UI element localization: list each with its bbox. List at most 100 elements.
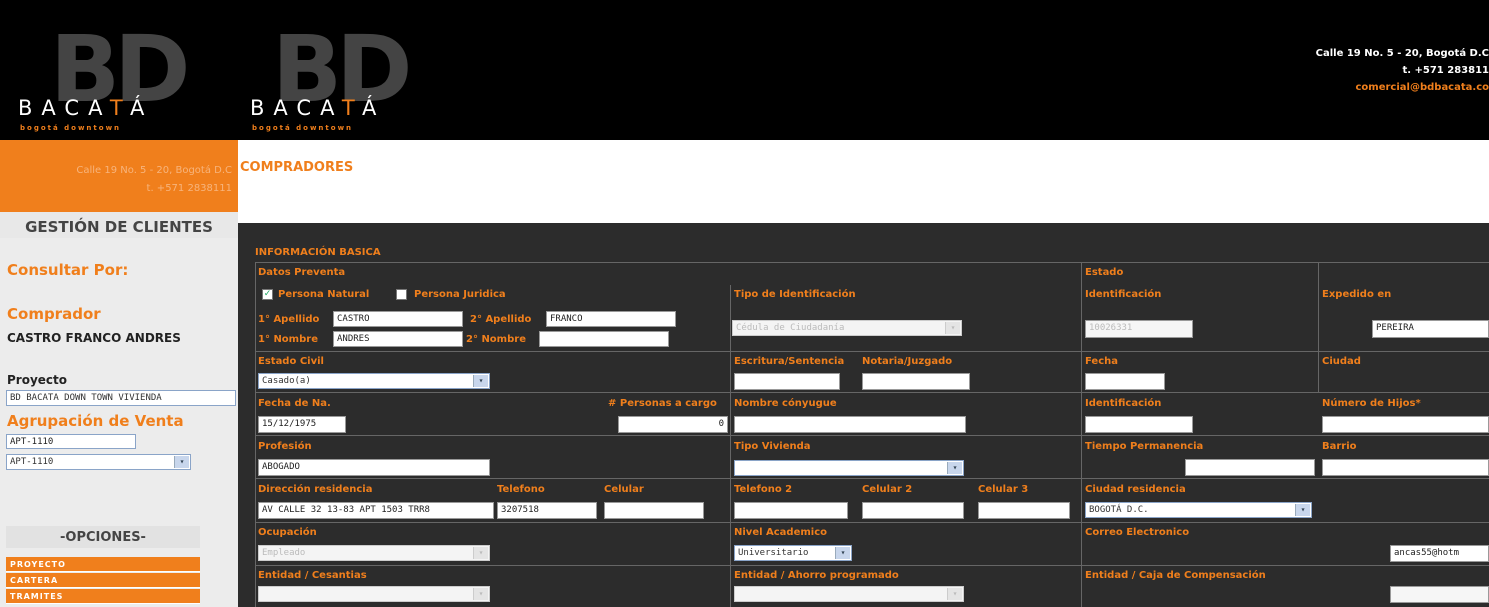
tiempo-permanencia-label: Tiempo Permanencia xyxy=(1085,441,1204,452)
tipo-vivienda-select[interactable]: ▾ xyxy=(734,460,964,476)
logo-wordmark-accent: T xyxy=(109,96,131,120)
identificacion2-label: Identificación xyxy=(1085,398,1162,409)
persona-natural-checkbox[interactable]: ✓ xyxy=(262,289,273,300)
persona-juridica-checkbox[interactable] xyxy=(396,289,407,300)
chevron-down-icon: ▾ xyxy=(174,456,189,468)
entidad-cesantias-select: ▾ xyxy=(258,586,490,602)
menu-item-cartera[interactable]: CARTERA xyxy=(6,573,200,588)
tipo-identificacion-value: Cédula de Ciudadanía xyxy=(736,323,845,333)
celular-field[interactable] xyxy=(604,502,704,519)
barrio-field[interactable] xyxy=(1322,459,1489,476)
sidebar-title: GESTIÓN DE CLIENTES xyxy=(0,212,238,238)
correo-label: Correo Electronico xyxy=(1085,527,1190,538)
apellido2-label: 2° Apellido xyxy=(470,314,532,325)
site-header: BD BACATÁ bogotá downtown BD BACATÁ bogo… xyxy=(0,0,1489,140)
grid-line xyxy=(255,565,1489,566)
nivel-academico-value: Universitario xyxy=(738,548,809,558)
telefono2-field[interactable] xyxy=(734,502,848,519)
sidebar-ghost-phone: t. +571 2838111 xyxy=(146,183,232,194)
grid-line xyxy=(255,351,1489,352)
escritura-label: Escritura/Sentencia xyxy=(734,356,845,367)
chevron-down-icon: ▾ xyxy=(473,547,488,559)
entidad-caja-label: Entidad / Caja de Compensación xyxy=(1085,570,1266,581)
fecha-nacimiento-field[interactable]: 15/12/1975 xyxy=(258,416,346,433)
identificacion-label: Identificación xyxy=(1085,289,1162,300)
nivel-academico-label: Nivel Academico xyxy=(734,527,828,538)
opciones-title: -OPCIONES- xyxy=(6,526,200,548)
proyecto-label: Proyecto xyxy=(7,373,68,387)
tipo-vivienda-label: Tipo Vivienda xyxy=(734,441,811,452)
ocupacion-select: Empleado ▾ xyxy=(258,545,490,561)
correo-field[interactable]: ancas55@hotm xyxy=(1390,545,1489,562)
entidad-caja-field xyxy=(1390,586,1489,603)
header-email[interactable]: comercial@bdbacata.co xyxy=(1316,79,1489,96)
header-contact: Calle 19 No. 5 - 20, Bogotá D.C t. +571 … xyxy=(1316,45,1489,96)
proyecto-select-value: BD BACATA DOWN TOWN VIVIENDA xyxy=(10,393,162,403)
logo-wordmark: BACATÁ xyxy=(18,96,153,120)
identificacion-field: 10026331 xyxy=(1085,320,1193,338)
nombre-conyugue-label: Nombre cónyugue xyxy=(734,398,837,409)
menu-item-tramites[interactable]: TRAMITES xyxy=(6,589,200,604)
agrupacion-select[interactable]: APT-1110 ▾ xyxy=(6,454,191,470)
telefono2-label: Telefono 2 xyxy=(734,484,793,495)
menu-item-proyecto[interactable]: PROYECTO xyxy=(6,557,200,572)
chevron-down-icon: ▾ xyxy=(835,547,850,559)
chevron-down-icon: ▾ xyxy=(473,588,488,600)
nombre-conyugue-field[interactable] xyxy=(734,416,966,433)
entidad-ahorro-label: Entidad / Ahorro programado xyxy=(734,570,899,581)
ocupacion-label: Ocupación xyxy=(258,527,317,538)
section-title: INFORMACIÓN BASICA xyxy=(255,247,381,258)
notaria-field[interactable] xyxy=(862,373,970,390)
celular3-field[interactable] xyxy=(978,502,1070,519)
profesion-field[interactable]: ABOGADO xyxy=(258,459,490,476)
proyecto-select[interactable]: BD BACATA DOWN TOWN VIVIENDA xyxy=(6,390,236,406)
nombre2-label: 2° Nombre xyxy=(466,334,526,345)
estado-civil-select[interactable]: Casado(a) ▾ xyxy=(258,373,490,389)
grid-line xyxy=(255,262,1489,263)
celular2-field[interactable] xyxy=(862,502,964,519)
numero-hijos-label: Número de Hijos* xyxy=(1322,398,1421,409)
persona-juridica-label: Persona Juridica xyxy=(414,289,506,300)
entidad-ahorro-select: ▾ xyxy=(734,586,964,602)
fecha-label: Fecha xyxy=(1085,356,1119,367)
tiempo-permanencia-field[interactable] xyxy=(1185,459,1315,476)
grid-line xyxy=(1318,262,1319,392)
sidebar: Calle 19 No. 5 - 20, Bogotá D.C t. +571 … xyxy=(0,140,238,607)
notaria-label: Notaria/Juzgado xyxy=(862,356,953,367)
main-header-area xyxy=(238,140,1489,223)
escritura-field[interactable] xyxy=(734,373,840,390)
agrupacion-select-value: APT-1110 xyxy=(10,457,54,467)
nivel-academico-select[interactable]: Universitario ▾ xyxy=(734,545,852,561)
numero-hijos-field[interactable] xyxy=(1322,416,1489,433)
grid-line xyxy=(255,522,1489,523)
fecha-nacimiento-label: Fecha de Na. xyxy=(258,398,331,409)
telefono-field[interactable]: 3207518 xyxy=(497,502,597,519)
estado-civil-label: Estado Civil xyxy=(258,356,324,367)
identificacion2-field[interactable] xyxy=(1085,416,1193,433)
apellido1-field[interactable]: CASTRO xyxy=(333,311,463,327)
chevron-down-icon: ▾ xyxy=(473,375,488,387)
direccion-label: Dirección residencia xyxy=(258,484,373,495)
chevron-down-icon: ▾ xyxy=(947,462,962,474)
estado-civil-value: Casado(a) xyxy=(262,376,311,386)
apellido2-field[interactable]: FRANCO xyxy=(546,311,676,327)
nombre1-field[interactable]: ANDRES xyxy=(333,331,463,347)
telefono-label: Telefono xyxy=(497,484,545,495)
sidebar-ghost-address: Calle 19 No. 5 - 20, Bogotá D.C xyxy=(76,165,232,176)
direccion-field[interactable]: AV CALLE 32 13-83 APT 1503 TRR8 xyxy=(258,502,494,519)
grid-line xyxy=(255,392,1489,393)
expedido-field[interactable]: PEREIRA xyxy=(1372,320,1489,338)
chevron-down-icon: ▾ xyxy=(1295,504,1310,516)
nombre1-label: 1° Nombre xyxy=(258,334,318,345)
personas-cargo-field[interactable]: 0 xyxy=(618,416,728,433)
fecha-field[interactable] xyxy=(1085,373,1165,390)
agrupacion-input[interactable]: APT-1110 xyxy=(6,434,136,449)
logo-wordmark-part: BACA xyxy=(250,96,342,120)
nombre2-field[interactable] xyxy=(539,331,669,347)
ocupacion-value: Empleado xyxy=(262,548,306,558)
ciudad-residencia-select[interactable]: BOGOTÁ D.C. ▾ xyxy=(1085,502,1312,518)
agrupacion-label: Agrupación de Venta xyxy=(7,412,184,430)
sidebar-ghost-contact: Calle 19 No. 5 - 20, Bogotá D.C t. +571 … xyxy=(8,162,232,198)
logo-wordmark-part: Á xyxy=(130,96,154,120)
expedido-label: Expedido en xyxy=(1322,289,1392,300)
